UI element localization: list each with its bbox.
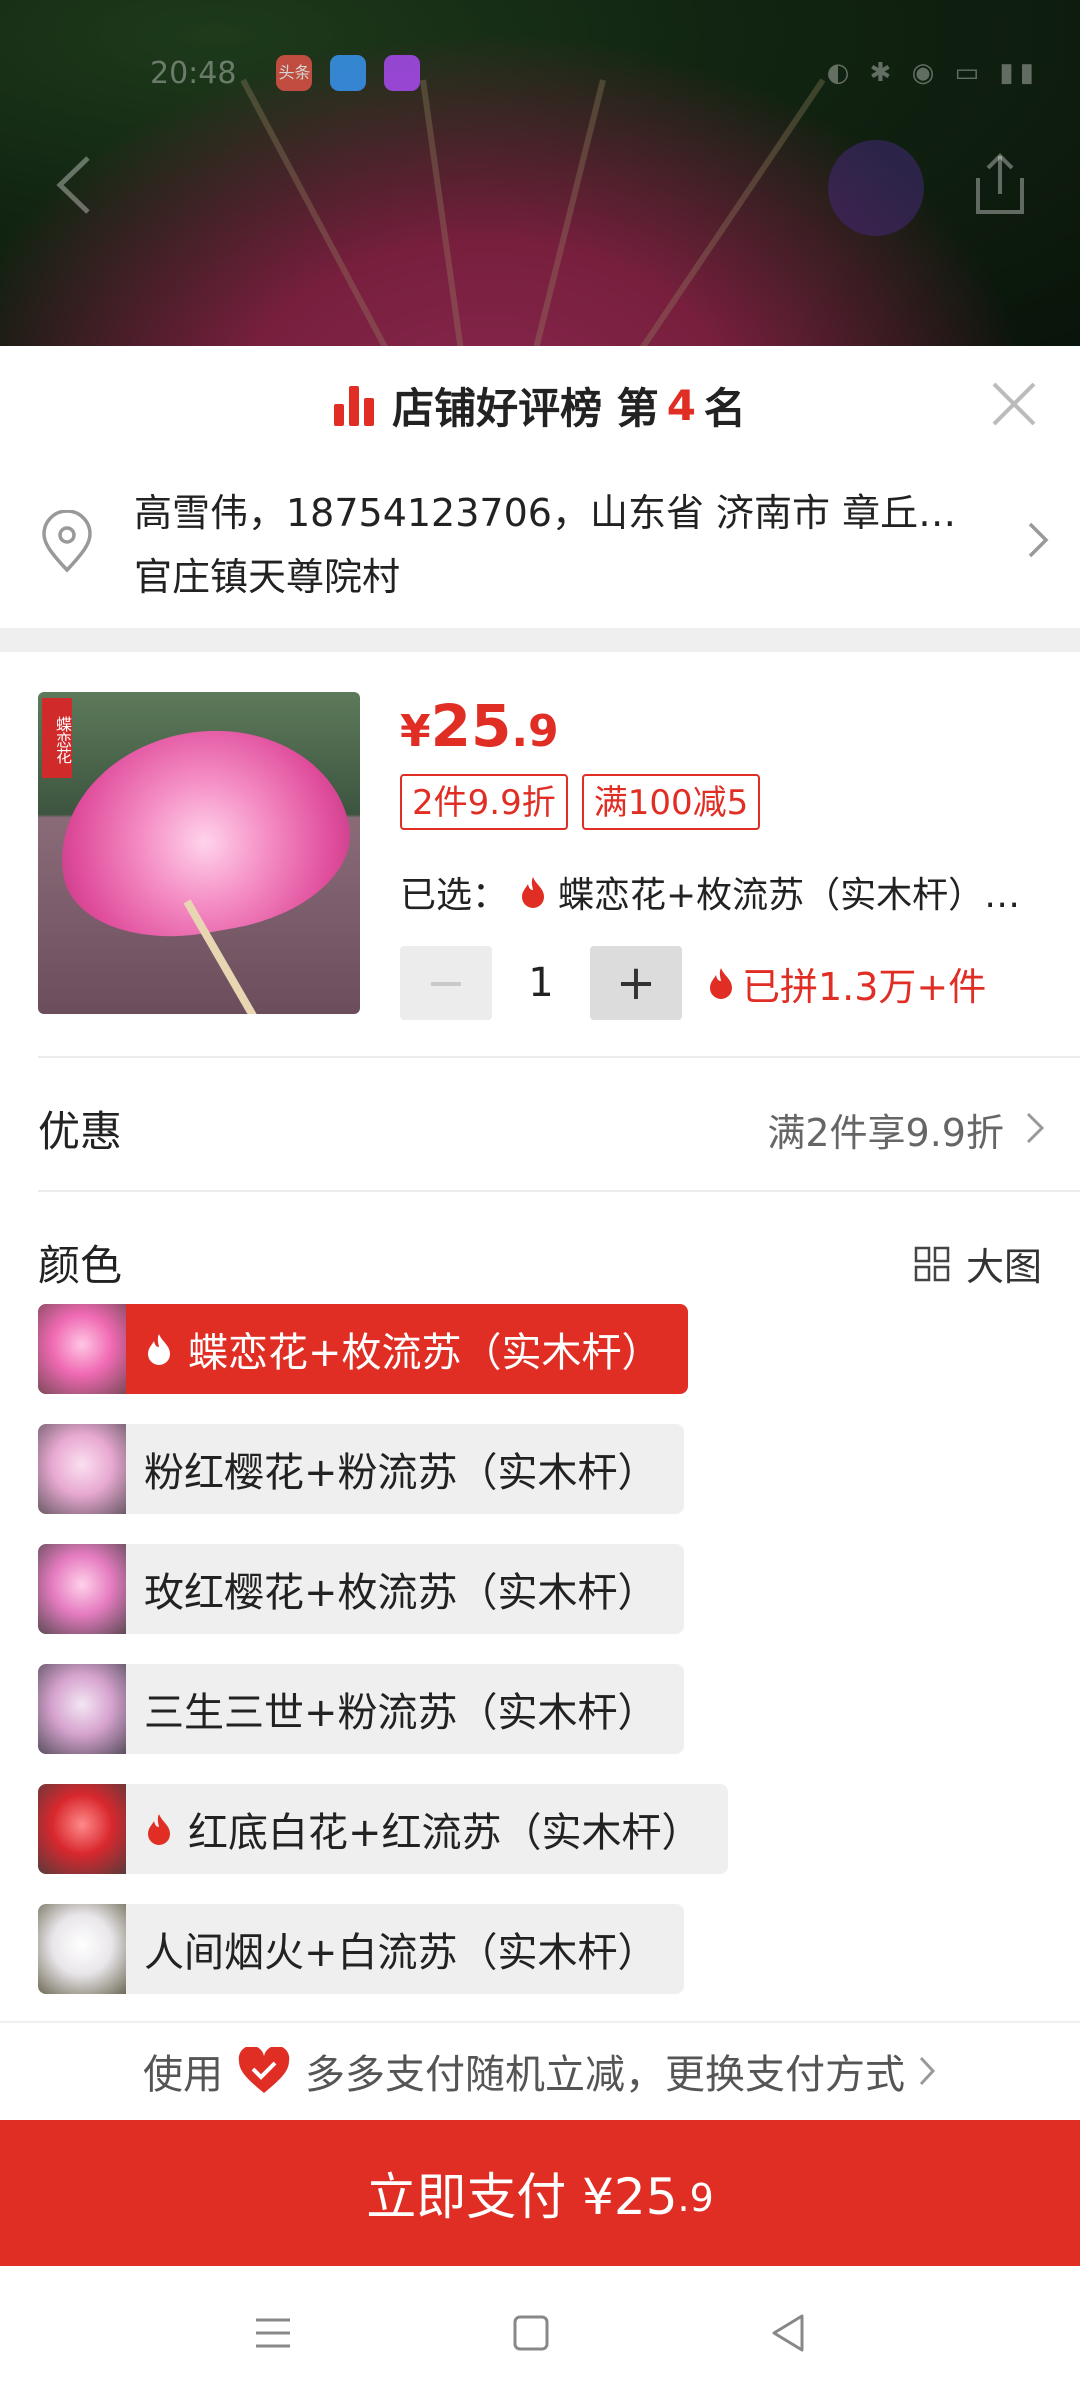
close-icon[interactable] xyxy=(986,376,1042,432)
selected-label: 已选： xyxy=(400,875,509,916)
pay-now-label: 立即支付 ¥25 xyxy=(366,2168,678,2226)
color-label: 颜色 xyxy=(38,1241,123,1290)
ranking-icon xyxy=(334,384,375,426)
flame-icon xyxy=(148,1334,170,1365)
quantity-stepper: − 1 + 已拼1.3万+件 xyxy=(400,946,986,1020)
color-option[interactable]: 三生三世+粉流苏（实木杆） xyxy=(38,1664,684,1754)
color-section-header: 颜色 大图 xyxy=(0,1202,1080,1312)
flame-icon xyxy=(148,1814,170,1845)
color-option[interactable]: 红底白花+红流苏（实木杆） xyxy=(38,1784,728,1874)
flame-icon xyxy=(710,968,732,999)
option-thumbnail xyxy=(38,1544,126,1634)
menu-icon[interactable] xyxy=(250,2310,296,2356)
back-icon[interactable] xyxy=(50,150,100,220)
pay-now-decimal: .9 xyxy=(677,2176,714,2220)
decrease-button[interactable]: − xyxy=(400,946,492,1020)
share-icon[interactable] xyxy=(970,150,1030,220)
option-thumbnail xyxy=(38,1664,126,1754)
system-nav-bar xyxy=(0,2266,1080,2400)
pay-prefix: 使用 xyxy=(143,2052,223,2098)
rank-prefix: 店铺好评榜 第 xyxy=(392,383,659,433)
color-option[interactable]: 蝶恋花+枚流苏（实木杆） xyxy=(38,1304,688,1394)
payment-method-bar[interactable]: 使用 多多支付随机立减，更换支付方式 xyxy=(0,2021,1080,2119)
big-image-toggle[interactable]: 大图 xyxy=(914,1236,1042,1291)
address-line-2: 官庄镇天尊院村 xyxy=(134,555,401,599)
pay-text: 多多支付随机立减，更换支付方式 xyxy=(305,2052,905,2098)
divider xyxy=(38,1056,1080,1058)
discount-tag: 2件9.9折 xyxy=(400,774,568,830)
option-label: 粉红樱花+粉流苏（实木杆） xyxy=(144,1450,658,1496)
product-thumbnail[interactable]: 蝶恋花 xyxy=(38,692,360,1014)
flame-icon xyxy=(522,877,545,908)
selected-value: 蝶恋花+枚流苏（实木杆）… xyxy=(558,875,1021,916)
rank-suffix: 名 xyxy=(703,383,746,433)
quantity-value[interactable]: 1 xyxy=(492,960,590,1006)
avatar[interactable] xyxy=(828,140,924,236)
option-label: 蝶恋花+枚流苏（实木杆） xyxy=(188,1330,662,1376)
app-icon-purple xyxy=(384,55,421,91)
address-line-1: 高雪伟，18754123706，山东省 济南市 章丘… xyxy=(134,491,957,535)
chevron-right-icon xyxy=(1028,522,1049,558)
option-thumbnail xyxy=(38,1304,126,1394)
price-currency: ¥ xyxy=(400,706,431,757)
option-thumbnail xyxy=(38,1904,126,1994)
option-label: 红底白花+红流苏（实木杆） xyxy=(188,1810,702,1856)
discount-tag: 满100减5 xyxy=(581,774,761,830)
back-nav-icon[interactable] xyxy=(766,2310,812,2356)
option-thumbnail xyxy=(38,1784,126,1874)
promotion-label: 优惠 xyxy=(38,1107,123,1156)
option-label: 玫红樱花+枚流苏（实木杆） xyxy=(144,1570,658,1616)
home-icon[interactable] xyxy=(508,2310,554,2356)
option-label: 三生三世+粉流苏（实木杆） xyxy=(144,1690,658,1736)
sold-text: 已拼1.3万+件 xyxy=(742,964,987,1009)
color-option[interactable]: 粉红樱花+粉流苏（实木杆） xyxy=(38,1424,684,1514)
sold-count: 已拼1.3万+件 xyxy=(706,956,986,1011)
status-time: 20:48 xyxy=(150,55,237,91)
price-integer: 25 xyxy=(430,692,512,760)
promotion-row[interactable]: 优惠 满2件享9.9折 xyxy=(0,1062,1080,1192)
store-rank-banner[interactable]: 店铺好评榜 第 4 名 xyxy=(0,346,1080,464)
chevron-right-icon xyxy=(1026,1112,1045,1144)
thumbnail-badge: 蝶恋花 xyxy=(42,698,72,778)
color-option[interactable]: 玫红樱花+枚流苏（实木杆） xyxy=(38,1544,684,1634)
promotion-value: 满2件享9.9折 xyxy=(767,1111,1004,1155)
product-summary: 蝶恋花 ¥25.9 2件9.9折 满100减5 已选： 蝶恋花+枚流苏（实木杆）… xyxy=(0,652,1080,1052)
shipping-address[interactable]: 高雪伟，18754123706，山东省 济南市 章丘… 官庄镇天尊院村 xyxy=(0,464,1080,614)
increase-button[interactable]: + xyxy=(590,946,682,1020)
option-thumbnail xyxy=(38,1424,126,1514)
product-price: ¥25.9 xyxy=(400,692,559,760)
divider xyxy=(38,1190,1080,1192)
duoduo-pay-heart-icon xyxy=(238,2047,290,2093)
color-option[interactable]: 人间烟火+白流苏（实木杆） xyxy=(38,1904,684,1994)
big-image-label: 大图 xyxy=(965,1245,1042,1289)
option-label: 人间烟火+白流苏（实木杆） xyxy=(144,1930,658,1976)
toutiao-app-icon: 头条 xyxy=(276,55,313,91)
status-indicators: ◐ ✱ ◉ ▭ ▮▮ xyxy=(826,58,1040,88)
chevron-right-icon xyxy=(919,2056,936,2086)
price-decimal: .9 xyxy=(511,706,559,757)
selected-variant: 已选： 蝶恋花+枚流苏（实木杆）… xyxy=(400,866,1050,918)
section-divider xyxy=(0,628,1080,652)
status-bar: 20:48 头条 ◐ ✱ ◉ ▭ ▮▮ xyxy=(150,48,1040,98)
location-pin-icon xyxy=(42,510,92,573)
pay-now-button[interactable]: 立即支付 ¥25.9 xyxy=(0,2120,1080,2266)
purchase-sheet: 店铺好评榜 第 4 名 高雪伟，18754123706，山东省 济南市 章丘… … xyxy=(0,346,1080,2120)
app-icon-blue xyxy=(330,55,367,91)
grid-icon xyxy=(914,1246,950,1281)
discount-tags: 2件9.9折 满100减5 xyxy=(400,774,774,830)
rank-number: 4 xyxy=(666,380,696,430)
